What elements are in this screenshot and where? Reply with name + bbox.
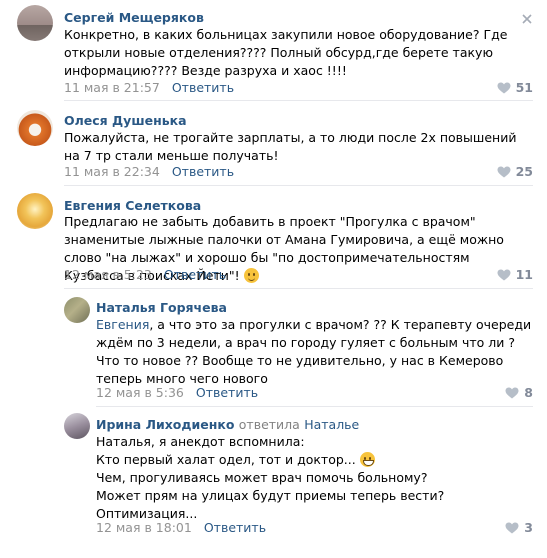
comment-author[interactable]: Олеся Душенька bbox=[64, 113, 187, 128]
wink-emoji-icon bbox=[243, 268, 259, 283]
like-button[interactable]: 3 bbox=[505, 520, 533, 535]
author-name[interactable]: Ирина Лиходиенко bbox=[96, 417, 234, 432]
avatar[interactable] bbox=[64, 297, 90, 323]
divider bbox=[64, 288, 533, 289]
like-button[interactable]: 51 bbox=[497, 80, 533, 95]
reply-link[interactable]: Ответить bbox=[164, 267, 226, 282]
text-line: Кто первый халат одел, тот и доктор... bbox=[96, 451, 534, 469]
like-count: 3 bbox=[524, 520, 533, 535]
like-button[interactable]: 25 bbox=[497, 164, 533, 179]
avatar[interactable] bbox=[17, 193, 53, 229]
comment-author[interactable]: Наталья Горячева bbox=[96, 300, 227, 315]
mention-link[interactable]: Евгения bbox=[96, 317, 149, 332]
heart-icon bbox=[497, 166, 511, 178]
reply-link[interactable]: Ответить bbox=[172, 164, 234, 179]
avatar[interactable] bbox=[64, 413, 90, 439]
comment-text: Наталья, я анекдот вспомнила: Кто первый… bbox=[96, 433, 534, 523]
heart-icon bbox=[505, 387, 519, 399]
divider bbox=[64, 100, 533, 101]
like-button[interactable]: 8 bbox=[505, 385, 533, 400]
like-count: 11 bbox=[515, 267, 533, 282]
comment-date[interactable]: 11 мая в 22:34 bbox=[64, 164, 160, 179]
divider bbox=[96, 406, 533, 407]
comment-body: , а что это за прогулки с врачом? ?? К т… bbox=[96, 317, 532, 386]
like-count: 25 bbox=[515, 164, 533, 179]
comment-text: Пожалуйста, не трогайте зарплаты, а то л… bbox=[64, 130, 517, 163]
like-button[interactable]: 11 bbox=[497, 267, 533, 282]
divider bbox=[64, 185, 533, 186]
grin-emoji-icon bbox=[359, 452, 375, 467]
text-line-content: Кто первый халат одел, тот и доктор... bbox=[96, 452, 356, 467]
comment-date[interactable]: 11 мая в 21:57 bbox=[64, 80, 160, 95]
comment-date[interactable]: 12 мая в 5:23 bbox=[64, 267, 152, 282]
heart-icon bbox=[497, 269, 511, 281]
comment-date[interactable]: 12 мая в 18:01 bbox=[96, 520, 192, 535]
replied-to-link[interactable]: Наталье bbox=[304, 417, 359, 432]
reply-link[interactable]: Ответить bbox=[196, 385, 258, 400]
text-line: Чем, прогуливаясь может врач помочь боль… bbox=[96, 470, 428, 485]
comment-text: Евгения, а что это за прогулки с врачом?… bbox=[96, 316, 534, 388]
comment-text: Конкретно, в каких больницах закупили но… bbox=[64, 27, 508, 78]
reply-link[interactable]: Ответить bbox=[172, 80, 234, 95]
text-line: Наталья, я анекдот вспомнила: bbox=[96, 434, 305, 449]
heart-icon bbox=[497, 82, 511, 94]
avatar[interactable] bbox=[17, 110, 53, 146]
avatar[interactable] bbox=[17, 5, 53, 41]
comment-author[interactable]: Сергей Мещеряков bbox=[64, 10, 204, 25]
replied-label: ответила bbox=[238, 417, 300, 432]
like-count: 51 bbox=[515, 80, 533, 95]
comment-author[interactable]: Ирина Лиходиенко ответила Наталье bbox=[96, 417, 359, 432]
reply-link[interactable]: Ответить bbox=[204, 520, 266, 535]
heart-icon bbox=[505, 522, 519, 534]
comment-author[interactable]: Евгения Селеткова bbox=[64, 198, 201, 213]
like-count: 8 bbox=[524, 385, 533, 400]
text-line: Может прям на улицах будут приемы теперь… bbox=[96, 488, 445, 503]
comment-date[interactable]: 12 мая в 5:36 bbox=[96, 385, 184, 400]
